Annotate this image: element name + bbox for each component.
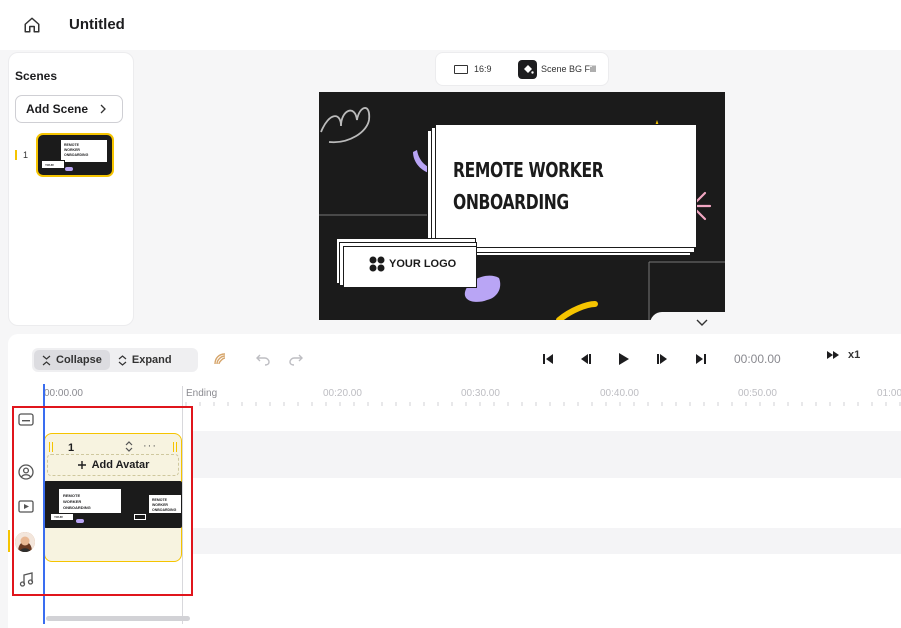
strip-logo-card: YOUR LOGO: [50, 513, 74, 523]
playback-speed-button[interactable]: x1: [826, 349, 860, 361]
chevron-down-icon: [696, 319, 708, 326]
scene-number: 1: [23, 150, 29, 160]
scenes-title: Scenes: [15, 69, 58, 83]
aspect-ratio-label: 16:9: [474, 64, 492, 74]
scene-block-controls: ···: [125, 440, 157, 452]
collapse-button[interactable]: Collapse: [34, 350, 110, 370]
add-avatar-label: Add Avatar: [91, 459, 150, 471]
scene-block-number: 1: [68, 442, 75, 454]
ruler-tick: 00:30.00: [461, 388, 500, 399]
strip-title-card-2: REMOTE WORKER ONBOARDING: [148, 494, 182, 514]
scene-bg-fill-label: Scene BG Fill: [541, 64, 597, 74]
timeline-scene-block[interactable]: 1 ··· Add Avatar REMOTE WORKER ONBOARDIN…: [44, 433, 182, 562]
avatar-selected-marker: [8, 530, 10, 552]
scene-selected-marker: [15, 150, 17, 160]
scenes-panel: Scenes Add Scene 1 REMOTE WORKER ONBOARD…: [8, 52, 134, 326]
canvas-toolbar: 16:9 Scene BG Fill: [435, 52, 609, 86]
trim-handle-left[interactable]: [49, 442, 53, 452]
undo-icon[interactable]: [252, 348, 274, 370]
preview-title[interactable]: REMOTE WORKER ONBOARDING: [453, 154, 604, 218]
plus-icon: [77, 461, 86, 469]
aspect-ratio-button[interactable]: 16:9: [436, 64, 518, 74]
collapse-label: Collapse: [56, 354, 102, 366]
scene-preview-canvas[interactable]: REMOTE WORKER ONBOARDING YOUR LOGO: [319, 92, 725, 320]
redo-icon[interactable]: [285, 348, 307, 370]
add-scene-label: Add Scene: [26, 102, 89, 116]
more-options-icon[interactable]: ···: [143, 440, 157, 452]
speed-label: x1: [848, 349, 861, 361]
playhead[interactable]: [43, 384, 45, 624]
ruler-tick: 00:50.00: [738, 388, 777, 399]
strip-logo-text: YOUR LOGO: [54, 515, 63, 523]
timeline-panel: Collapse Expand 00:00.00 x1 00:00.00 End…: [8, 334, 901, 628]
chevron-right-icon: [100, 104, 106, 114]
collapse-expand-toggle: Collapse Expand: [32, 348, 198, 372]
paint-bucket-icon: [518, 59, 537, 79]
video-track-icon[interactable]: [16, 496, 36, 516]
time-readout: 00:00.00: [734, 352, 781, 366]
strip-title-card: REMOTE WORKER ONBOARDING: [58, 488, 122, 514]
thumb-title-text: REMOTE WORKER ONBOARDING: [64, 143, 89, 157]
thumb-logo-card: YOUR LOGO: [41, 160, 65, 171]
magic-icon[interactable]: [209, 348, 231, 370]
scene-thumbnail[interactable]: REMOTE WORKER ONBOARDING YOUR LOGO: [36, 133, 114, 177]
home-icon[interactable]: [20, 13, 44, 37]
collapse-icon: [42, 355, 51, 365]
music-icon[interactable]: [16, 569, 36, 589]
trim-handle-right[interactable]: [173, 442, 177, 452]
thumb-title-card: REMOTE WORKER ONBOARDING: [60, 139, 108, 163]
strip-title-text: REMOTE WORKER ONBOARDING: [63, 493, 91, 510]
thumb-logo-text: YOUR LOGO: [45, 163, 54, 171]
top-bar: Untitled: [0, 0, 901, 50]
scene-bg-fill-button[interactable]: Scene BG Fill: [518, 59, 597, 79]
add-avatar-button[interactable]: Add Avatar: [47, 454, 179, 476]
track-row-avatar[interactable]: [191, 431, 901, 478]
skip-to-start-icon[interactable]: [538, 348, 558, 370]
step-back-icon[interactable]: [576, 348, 596, 370]
step-forward-icon[interactable]: [652, 348, 672, 370]
play-icon[interactable]: [614, 348, 634, 370]
track-row-voice[interactable]: [191, 528, 901, 554]
strip-logo-card-2: [134, 514, 146, 520]
strip-purple-shape: [76, 519, 84, 523]
ending-marker-line: [182, 386, 183, 624]
ruler-tick: 00:40.00: [600, 388, 639, 399]
ruler-tick: 01:00: [877, 388, 901, 399]
time-ruler[interactable]: 00:00.00 Ending 00:20.00 00:30.00 00:40.…: [44, 386, 901, 408]
ruler-start-label: 00:00.00: [44, 388, 83, 399]
ruler-ending-label: Ending: [186, 388, 218, 399]
strip-title-text-2: REMOTE WORKER ONBOARDING: [152, 498, 177, 512]
expand-icon: [118, 354, 127, 366]
preview-title-line2: ONBOARDING: [453, 190, 569, 214]
timeline-horizontal-scrollbar[interactable]: [46, 616, 190, 621]
preview-title-line1: REMOTE WORKER: [453, 158, 604, 182]
add-scene-button[interactable]: Add Scene: [15, 95, 123, 123]
skip-to-end-icon[interactable]: [691, 348, 711, 370]
logo-mark-icon: [369, 256, 385, 272]
avatar-track-icon[interactable]: [16, 462, 36, 482]
fast-forward-icon: [827, 351, 839, 359]
preview-logo-text: YOUR LOGO: [389, 258, 457, 270]
reorder-icon[interactable]: [125, 440, 133, 452]
collapse-preview-handle[interactable]: [650, 312, 754, 334]
scene-video-strip[interactable]: REMOTE WORKER ONBOARDING REMOTE WORKER O…: [44, 481, 182, 528]
subtitle-icon[interactable]: [16, 409, 36, 429]
expand-button[interactable]: Expand: [110, 350, 180, 370]
expand-label: Expand: [131, 354, 172, 366]
thumb-purple-shape: [65, 167, 73, 171]
ruler-tick: 00:20.00: [323, 388, 362, 399]
avatar-photo[interactable]: [15, 532, 35, 552]
aspect-ratio-icon: [454, 64, 468, 74]
project-title[interactable]: Untitled: [69, 16, 125, 33]
ruler-ticks: [185, 402, 901, 406]
